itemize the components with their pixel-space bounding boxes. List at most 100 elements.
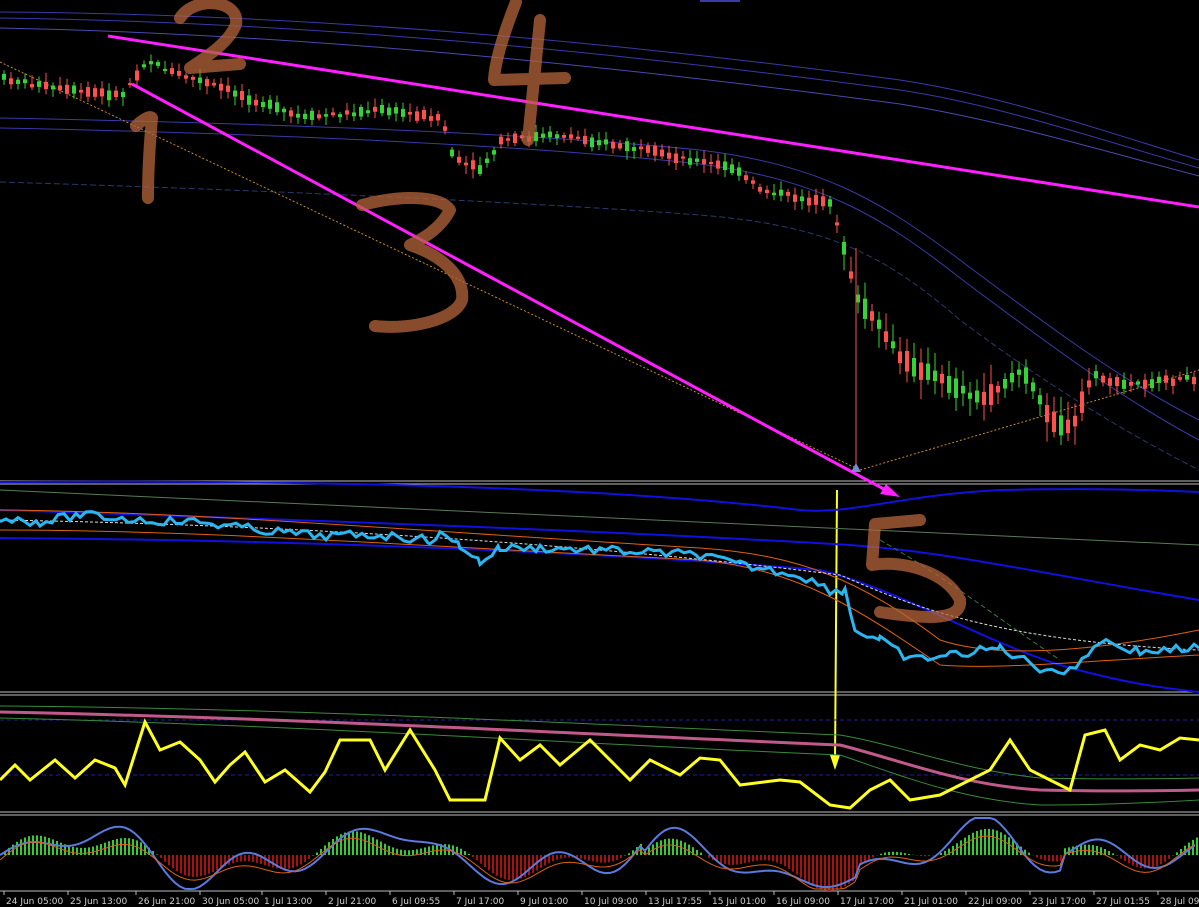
histogram-bar bbox=[128, 838, 130, 855]
candle-body bbox=[1192, 376, 1196, 385]
histogram-bar bbox=[800, 855, 802, 878]
histogram-bar bbox=[1092, 845, 1094, 855]
histogram-bar bbox=[592, 855, 594, 862]
time-label: 28 Jul 09:0 bbox=[1160, 897, 1199, 907]
histogram-bar bbox=[408, 850, 410, 855]
histogram-bar bbox=[76, 847, 78, 855]
trading-chart: 24 Jun 05:00 25 Jun 13:00 26 Jun 21:00 30 J… bbox=[0, 0, 1199, 907]
histogram-bar bbox=[508, 855, 510, 880]
histogram-bar bbox=[72, 846, 74, 855]
candle-body bbox=[1136, 381, 1140, 385]
histogram-bar bbox=[1172, 855, 1174, 856]
histogram-bar bbox=[580, 855, 582, 859]
histogram-bar bbox=[512, 855, 514, 881]
histogram-bar bbox=[756, 855, 758, 861]
histogram-bar bbox=[172, 855, 174, 869]
histogram-bar bbox=[216, 855, 218, 871]
histogram-bar bbox=[604, 855, 606, 863]
candle-body bbox=[408, 111, 412, 115]
candle-body bbox=[786, 191, 790, 196]
candle-body bbox=[457, 156, 461, 163]
histogram-bar bbox=[304, 855, 306, 863]
histogram-bar bbox=[1000, 832, 1002, 855]
candle-body bbox=[912, 357, 916, 377]
candle-body bbox=[1017, 369, 1021, 375]
candle-body bbox=[1164, 375, 1168, 383]
candle-body bbox=[1087, 380, 1091, 388]
candle-body bbox=[1003, 379, 1007, 389]
histogram-bar bbox=[1084, 844, 1086, 855]
histogram-bar bbox=[200, 855, 202, 877]
histogram-bar bbox=[180, 855, 182, 874]
histogram-bar bbox=[1008, 837, 1010, 855]
candle-body bbox=[86, 87, 90, 97]
candle-body bbox=[450, 149, 454, 157]
histogram-bar bbox=[668, 838, 670, 855]
candle-body bbox=[506, 138, 510, 141]
histogram-bar bbox=[608, 855, 610, 863]
candle-body bbox=[562, 134, 566, 138]
histogram-bar bbox=[248, 855, 250, 862]
time-label: 6 Jul 09:55 bbox=[392, 897, 440, 907]
candle-body bbox=[247, 95, 251, 105]
candle-body bbox=[590, 137, 594, 148]
candle-body bbox=[1171, 378, 1175, 386]
candle-body bbox=[1150, 379, 1154, 388]
histogram-bar bbox=[816, 855, 818, 889]
candle-body bbox=[142, 64, 146, 68]
candle-body bbox=[30, 84, 34, 88]
time-label: 21 Jul 01:00 bbox=[904, 897, 958, 907]
candle-body bbox=[289, 110, 293, 117]
candle-body bbox=[968, 392, 972, 399]
histogram-bar bbox=[728, 855, 730, 865]
histogram-bar bbox=[976, 830, 978, 855]
histogram-bar bbox=[516, 855, 518, 880]
histogram-bar bbox=[1168, 855, 1170, 859]
histogram-bar bbox=[124, 837, 126, 855]
candle-body bbox=[597, 140, 601, 146]
candle-body bbox=[751, 180, 755, 184]
candle-body bbox=[618, 143, 622, 149]
histogram-bar bbox=[116, 838, 118, 855]
candle-body bbox=[513, 133, 517, 144]
time-label: 17 Jul 17:00 bbox=[840, 897, 894, 907]
histogram-bar bbox=[972, 832, 974, 855]
histogram-bar bbox=[904, 853, 906, 855]
histogram-bar bbox=[760, 855, 762, 861]
histogram-bar bbox=[584, 855, 586, 860]
histogram-bar bbox=[964, 837, 966, 855]
histogram-bar bbox=[720, 855, 722, 864]
candle-body bbox=[51, 85, 55, 90]
histogram-bar bbox=[1056, 855, 1058, 862]
histogram-bar bbox=[740, 855, 742, 864]
histogram-bar bbox=[244, 855, 246, 862]
candle-body bbox=[177, 71, 181, 76]
histogram-bar bbox=[1096, 845, 1098, 855]
candle-body bbox=[233, 90, 237, 97]
histogram-bar bbox=[776, 855, 778, 863]
candle-body bbox=[772, 192, 776, 196]
candle-body bbox=[1045, 405, 1049, 423]
histogram-bar bbox=[772, 855, 774, 862]
histogram-bar bbox=[1060, 855, 1062, 861]
histogram-bar bbox=[500, 855, 502, 878]
histogram-bar bbox=[1152, 855, 1154, 868]
candle-body bbox=[135, 70, 139, 81]
candle-body bbox=[681, 156, 685, 159]
candle-body bbox=[1157, 376, 1161, 383]
candle-body bbox=[401, 108, 405, 117]
candle-body bbox=[961, 385, 965, 394]
histogram-bar bbox=[308, 855, 310, 860]
candle-body bbox=[1024, 367, 1028, 384]
candle-body bbox=[975, 390, 979, 403]
candle-body bbox=[1178, 377, 1182, 380]
candle-body bbox=[373, 106, 377, 112]
candle-body bbox=[730, 164, 734, 174]
candle-body bbox=[16, 79, 20, 84]
histogram-bar bbox=[372, 837, 374, 855]
histogram-bar bbox=[900, 852, 902, 855]
candle-body bbox=[583, 135, 587, 145]
candle-body bbox=[422, 110, 426, 120]
candle-body bbox=[1129, 381, 1133, 386]
histogram-bar bbox=[984, 828, 986, 855]
